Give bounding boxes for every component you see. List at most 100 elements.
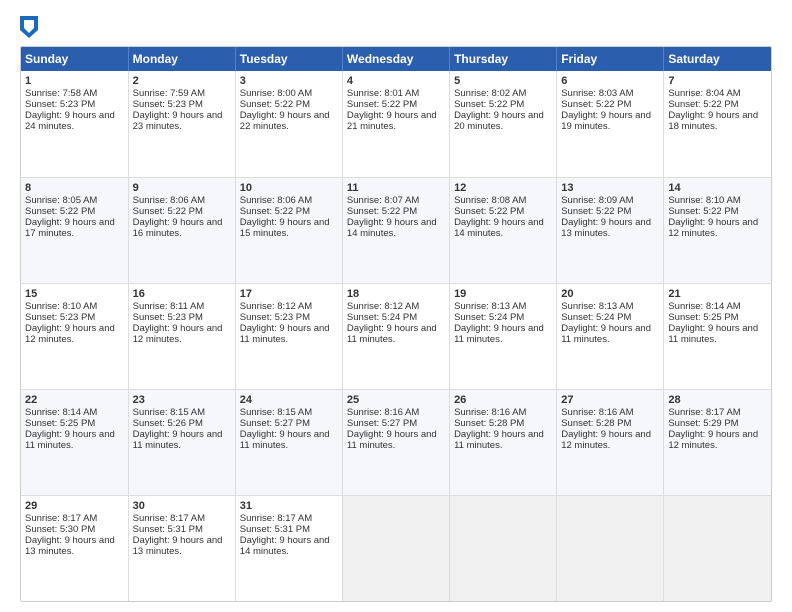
daylight-label: Daylight: 9 hours and 16 minutes.: [133, 217, 223, 239]
sunset-label: Sunset: 5:24 PM: [561, 312, 631, 323]
day-number: 2: [133, 75, 231, 87]
day-number: 19: [454, 288, 552, 300]
daylight-label: Daylight: 9 hours and 21 minutes.: [347, 110, 437, 132]
sunrise-label: Sunrise: 8:16 AM: [347, 407, 419, 418]
weekday-header-monday: Monday: [128, 47, 235, 71]
day-number: 8: [25, 182, 124, 194]
sunrise-label: Sunrise: 8:05 AM: [25, 195, 97, 206]
day-number: 25: [347, 394, 445, 406]
sunrise-label: Sunrise: 8:00 AM: [240, 88, 312, 99]
day-cell: [450, 495, 557, 601]
day-number: 31: [240, 500, 338, 512]
day-number: 29: [25, 500, 124, 512]
sunset-label: Sunset: 5:31 PM: [240, 524, 310, 535]
daylight-label: Daylight: 9 hours and 23 minutes.: [133, 110, 223, 132]
day-number: 24: [240, 394, 338, 406]
day-cell: 8Sunrise: 8:05 AMSunset: 5:22 PMDaylight…: [21, 177, 128, 283]
sunrise-label: Sunrise: 8:12 AM: [347, 301, 419, 312]
day-cell: 15Sunrise: 8:10 AMSunset: 5:23 PMDayligh…: [21, 283, 128, 389]
calendar-header: SundayMondayTuesdayWednesdayThursdayFrid…: [21, 47, 771, 71]
sunset-label: Sunset: 5:26 PM: [133, 418, 203, 429]
sunrise-label: Sunrise: 7:59 AM: [133, 88, 205, 99]
daylight-label: Daylight: 9 hours and 13 minutes.: [133, 535, 223, 557]
day-cell: 30Sunrise: 8:17 AMSunset: 5:31 PMDayligh…: [128, 495, 235, 601]
sunrise-label: Sunrise: 8:15 AM: [240, 407, 312, 418]
week-row-1: 1Sunrise: 7:58 AMSunset: 5:23 PMDaylight…: [21, 71, 771, 177]
day-cell: 22Sunrise: 8:14 AMSunset: 5:25 PMDayligh…: [21, 389, 128, 495]
page: SundayMondayTuesdayWednesdayThursdayFrid…: [0, 0, 792, 612]
daylight-label: Daylight: 9 hours and 24 minutes.: [25, 110, 115, 132]
sunrise-label: Sunrise: 8:16 AM: [561, 407, 633, 418]
sunrise-label: Sunrise: 7:58 AM: [25, 88, 97, 99]
sunrise-label: Sunrise: 8:14 AM: [668, 301, 740, 312]
sunset-label: Sunset: 5:22 PM: [668, 206, 738, 217]
week-row-4: 22Sunrise: 8:14 AMSunset: 5:25 PMDayligh…: [21, 389, 771, 495]
daylight-label: Daylight: 9 hours and 11 minutes.: [240, 429, 330, 451]
sunrise-label: Sunrise: 8:17 AM: [668, 407, 740, 418]
day-cell: 10Sunrise: 8:06 AMSunset: 5:22 PMDayligh…: [235, 177, 342, 283]
weekday-header-wednesday: Wednesday: [342, 47, 449, 71]
sunrise-label: Sunrise: 8:10 AM: [668, 195, 740, 206]
weekday-header-saturday: Saturday: [664, 47, 771, 71]
day-number: 1: [25, 75, 124, 87]
day-number: 22: [25, 394, 124, 406]
week-row-3: 15Sunrise: 8:10 AMSunset: 5:23 PMDayligh…: [21, 283, 771, 389]
day-cell: 31Sunrise: 8:17 AMSunset: 5:31 PMDayligh…: [235, 495, 342, 601]
day-number: 6: [561, 75, 659, 87]
day-number: 16: [133, 288, 231, 300]
daylight-label: Daylight: 9 hours and 11 minutes.: [240, 323, 330, 345]
weekday-header-sunday: Sunday: [21, 47, 128, 71]
day-cell: 23Sunrise: 8:15 AMSunset: 5:26 PMDayligh…: [128, 389, 235, 495]
sunset-label: Sunset: 5:23 PM: [25, 312, 95, 323]
day-number: 14: [668, 182, 767, 194]
sunset-label: Sunset: 5:27 PM: [240, 418, 310, 429]
sunset-label: Sunset: 5:25 PM: [25, 418, 95, 429]
logo-icon: [20, 16, 38, 38]
day-number: 23: [133, 394, 231, 406]
sunset-label: Sunset: 5:22 PM: [347, 206, 417, 217]
daylight-label: Daylight: 9 hours and 15 minutes.: [240, 217, 330, 239]
sunrise-label: Sunrise: 8:14 AM: [25, 407, 97, 418]
sunset-label: Sunset: 5:22 PM: [454, 206, 524, 217]
day-cell: 24Sunrise: 8:15 AMSunset: 5:27 PMDayligh…: [235, 389, 342, 495]
day-cell: [664, 495, 771, 601]
day-number: 27: [561, 394, 659, 406]
daylight-label: Daylight: 9 hours and 12 minutes.: [668, 217, 758, 239]
sunrise-label: Sunrise: 8:01 AM: [347, 88, 419, 99]
daylight-label: Daylight: 9 hours and 12 minutes.: [133, 323, 223, 345]
week-row-2: 8Sunrise: 8:05 AMSunset: 5:22 PMDaylight…: [21, 177, 771, 283]
sunrise-label: Sunrise: 8:07 AM: [347, 195, 419, 206]
sunrise-label: Sunrise: 8:09 AM: [561, 195, 633, 206]
sunrise-label: Sunrise: 8:04 AM: [668, 88, 740, 99]
weekday-header-friday: Friday: [557, 47, 664, 71]
sunset-label: Sunset: 5:28 PM: [561, 418, 631, 429]
day-cell: 6Sunrise: 8:03 AMSunset: 5:22 PMDaylight…: [557, 71, 664, 177]
day-cell: 28Sunrise: 8:17 AMSunset: 5:29 PMDayligh…: [664, 389, 771, 495]
sunrise-label: Sunrise: 8:10 AM: [25, 301, 97, 312]
daylight-label: Daylight: 9 hours and 12 minutes.: [668, 429, 758, 451]
day-number: 4: [347, 75, 445, 87]
day-number: 26: [454, 394, 552, 406]
day-number: 30: [133, 500, 231, 512]
day-cell: 1Sunrise: 7:58 AMSunset: 5:23 PMDaylight…: [21, 71, 128, 177]
sunrise-label: Sunrise: 8:17 AM: [240, 513, 312, 524]
day-number: 5: [454, 75, 552, 87]
day-cell: 17Sunrise: 8:12 AMSunset: 5:23 PMDayligh…: [235, 283, 342, 389]
day-cell: 26Sunrise: 8:16 AMSunset: 5:28 PMDayligh…: [450, 389, 557, 495]
daylight-label: Daylight: 9 hours and 19 minutes.: [561, 110, 651, 132]
sunrise-label: Sunrise: 8:17 AM: [25, 513, 97, 524]
sunset-label: Sunset: 5:30 PM: [25, 524, 95, 535]
sunset-label: Sunset: 5:22 PM: [561, 206, 631, 217]
day-cell: 11Sunrise: 8:07 AMSunset: 5:22 PMDayligh…: [342, 177, 449, 283]
daylight-label: Daylight: 9 hours and 11 minutes.: [25, 429, 115, 451]
day-number: 13: [561, 182, 659, 194]
day-cell: 16Sunrise: 8:11 AMSunset: 5:23 PMDayligh…: [128, 283, 235, 389]
day-number: 9: [133, 182, 231, 194]
sunset-label: Sunset: 5:22 PM: [133, 206, 203, 217]
calendar-table: SundayMondayTuesdayWednesdayThursdayFrid…: [21, 47, 771, 601]
day-number: 11: [347, 182, 445, 194]
daylight-label: Daylight: 9 hours and 11 minutes.: [561, 323, 651, 345]
day-cell: 29Sunrise: 8:17 AMSunset: 5:30 PMDayligh…: [21, 495, 128, 601]
day-cell: 12Sunrise: 8:08 AMSunset: 5:22 PMDayligh…: [450, 177, 557, 283]
sunset-label: Sunset: 5:22 PM: [25, 206, 95, 217]
